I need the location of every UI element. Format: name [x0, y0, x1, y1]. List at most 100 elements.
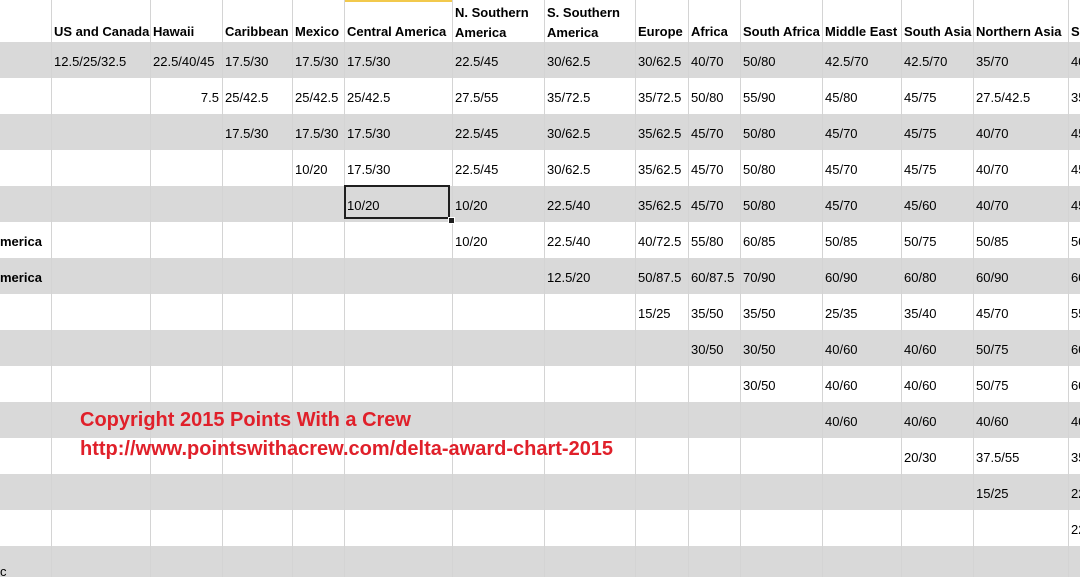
table-cell[interactable]: 35/70 — [976, 54, 1009, 70]
column-header[interactable]: Hawaii — [153, 22, 194, 42]
table-cell[interactable]: 12.5/20 — [547, 270, 590, 286]
table-cell[interactable]: 40 — [1071, 414, 1080, 430]
table-cell[interactable]: 22.5/40/45 — [153, 54, 214, 70]
table-cell[interactable]: 45/70 — [691, 126, 724, 142]
table-cell[interactable]: 10/20 — [455, 234, 488, 250]
column-header[interactable]: Europe — [638, 22, 683, 42]
table-cell[interactable]: 45/70 — [691, 198, 724, 214]
table-cell[interactable]: 35/50 — [691, 306, 724, 322]
table-cell[interactable]: 30/62.5 — [547, 162, 590, 178]
table-cell[interactable]: 35 — [1071, 90, 1080, 106]
table-cell[interactable]: 22.5/40 — [547, 198, 590, 214]
table-cell[interactable]: 30/62.5 — [547, 126, 590, 142]
column-header[interactable]: S. Southern America — [547, 3, 620, 43]
table-cell[interactable]: 55/90 — [743, 90, 776, 106]
table-cell[interactable]: 45/60 — [904, 198, 937, 214]
row-label[interactable]: merica — [0, 270, 48, 286]
column-header[interactable]: Caribbean — [225, 22, 289, 42]
table-cell[interactable]: 30/50 — [691, 342, 724, 358]
table-cell[interactable]: 42.5/70 — [904, 54, 947, 70]
table-cell[interactable]: 25/42.5 — [347, 90, 390, 106]
table-cell[interactable]: 17.5/30 — [225, 54, 268, 70]
table-cell[interactable]: 45/75 — [904, 126, 937, 142]
table-cell[interactable]: 25/42.5 — [295, 90, 338, 106]
table-cell[interactable]: 27.5/55 — [455, 90, 498, 106]
table-cell[interactable]: 50/80 — [743, 54, 776, 70]
table-cell[interactable]: 40/70 — [976, 162, 1009, 178]
table-cell[interactable]: 12.5/25/32.5 — [54, 54, 126, 70]
column-header[interactable]: US and Canada — [54, 22, 149, 42]
column-header[interactable]: Middle East — [825, 22, 897, 42]
table-cell[interactable]: 50/80 — [743, 126, 776, 142]
row-label[interactable]: c — [0, 564, 48, 580]
table-cell[interactable]: 17.5/30 — [347, 126, 390, 142]
table-cell[interactable]: 17.5/30 — [295, 126, 338, 142]
table-cell[interactable]: 30/62.5 — [638, 54, 681, 70]
table-cell[interactable]: 17.5/30 — [225, 126, 268, 142]
selected-cell-border[interactable] — [344, 185, 450, 219]
table-cell[interactable]: 22.5/45 — [455, 54, 498, 70]
table-cell[interactable]: 37.5/55 — [976, 450, 1019, 466]
table-cell[interactable]: 50/75 — [976, 342, 1009, 358]
column-header[interactable]: Africa — [691, 22, 728, 42]
table-cell[interactable]: 35/72.5 — [547, 90, 590, 106]
table-cell[interactable]: 60/90 — [825, 270, 858, 286]
table-cell[interactable]: 40/60 — [976, 414, 1009, 430]
table-cell[interactable]: 45/70 — [825, 162, 858, 178]
table-cell[interactable]: 50/80 — [691, 90, 724, 106]
table-cell[interactable]: 50/80 — [743, 162, 776, 178]
table-cell[interactable]: 22.5/45 — [455, 126, 498, 142]
table-cell[interactable]: 45/70 — [976, 306, 1009, 322]
table-cell[interactable]: 45 — [1071, 126, 1080, 142]
table-cell[interactable]: 17.5/30 — [295, 54, 338, 70]
column-header[interactable]: N. Southern America — [455, 3, 529, 43]
table-cell[interactable]: 40/70 — [691, 54, 724, 70]
table-cell[interactable]: 55 — [1071, 306, 1080, 322]
table-cell[interactable]: 40/60 — [825, 342, 858, 358]
table-cell[interactable]: 60 — [1071, 270, 1080, 286]
table-cell[interactable]: 35 — [1071, 450, 1080, 466]
table-cell[interactable]: 30/62.5 — [547, 54, 590, 70]
table-cell[interactable]: 50/75 — [976, 378, 1009, 394]
table-cell[interactable]: 60/85 — [743, 234, 776, 250]
table-cell[interactable]: 25/35 — [825, 306, 858, 322]
table-cell[interactable]: 60/90 — [976, 270, 1009, 286]
table-cell[interactable]: 40/60 — [825, 414, 858, 430]
table-cell[interactable]: 22.5/40 — [547, 234, 590, 250]
table-cell[interactable]: 10/20 — [455, 198, 488, 214]
table-cell[interactable]: 55/80 — [691, 234, 724, 250]
table-cell[interactable]: 60 — [1071, 342, 1080, 358]
column-header[interactable]: SE — [1071, 22, 1080, 42]
table-cell[interactable]: 17.5/30 — [347, 162, 390, 178]
table-cell[interactable]: 42.5/70 — [825, 54, 868, 70]
table-cell[interactable]: 45/70 — [825, 198, 858, 214]
table-cell[interactable]: 40/72.5 — [638, 234, 681, 250]
table-cell[interactable]: 7.5 — [150, 90, 219, 106]
table-cell[interactable]: 45 — [1071, 162, 1080, 178]
column-header[interactable]: Northern Asia — [976, 22, 1061, 42]
table-cell[interactable]: 40/60 — [825, 378, 858, 394]
table-cell[interactable]: 40/70 — [976, 198, 1009, 214]
table-cell[interactable]: 60/87.5 — [691, 270, 734, 286]
table-cell[interactable]: 15/25 — [638, 306, 671, 322]
table-cell[interactable]: 70/90 — [743, 270, 776, 286]
table-cell[interactable]: 35/40 — [904, 306, 937, 322]
table-cell[interactable]: 22.5/45 — [455, 162, 498, 178]
column-header[interactable]: South Asia — [904, 22, 971, 42]
row-label[interactable]: merica — [0, 234, 48, 250]
table-cell[interactable]: 27.5/42.5 — [976, 90, 1030, 106]
table-cell[interactable]: 40 — [1071, 54, 1080, 70]
table-cell[interactable]: 35/62.5 — [638, 126, 681, 142]
table-cell[interactable]: 35/72.5 — [638, 90, 681, 106]
table-cell[interactable]: 30/50 — [743, 378, 776, 394]
table-cell[interactable]: 50/75 — [904, 234, 937, 250]
table-cell[interactable]: 10/20 — [295, 162, 328, 178]
table-cell[interactable]: 40/60 — [904, 342, 937, 358]
table-cell[interactable]: 25/42.5 — [225, 90, 268, 106]
table-cell[interactable]: 35/62.5 — [638, 198, 681, 214]
table-cell[interactable]: 40/60 — [904, 414, 937, 430]
table-cell[interactable]: 17.5/30 — [347, 54, 390, 70]
table-cell[interactable]: 20/30 — [904, 450, 937, 466]
table-cell[interactable]: 45/70 — [691, 162, 724, 178]
column-header[interactable]: Central America — [347, 22, 446, 42]
